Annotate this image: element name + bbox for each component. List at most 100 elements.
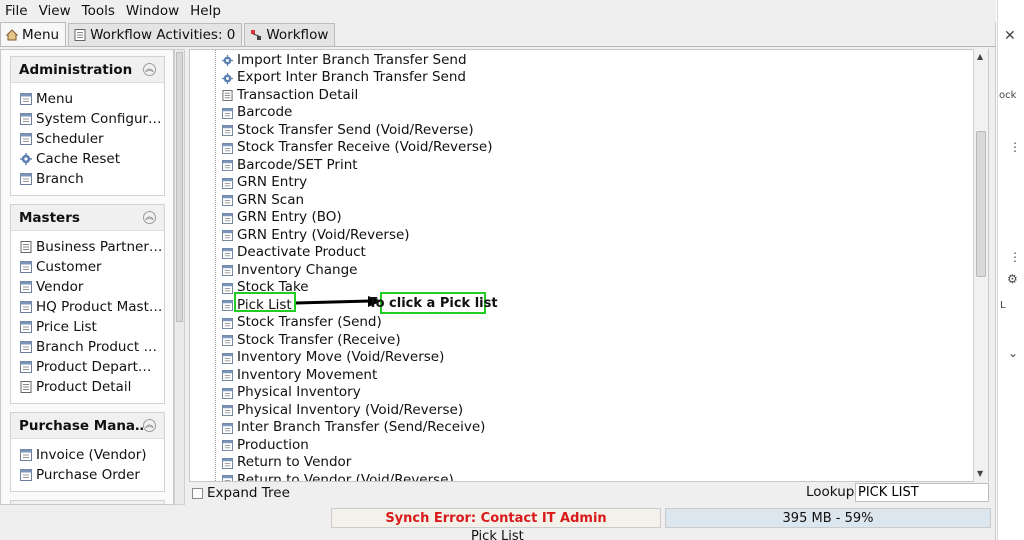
- tree-item[interactable]: Stock Transfer (Receive): [222, 331, 401, 348]
- sidebar-panel-header[interactable]: Sales Managem…︽: [11, 501, 164, 504]
- tree-item[interactable]: Inventory Move (Void/Reverse): [222, 349, 444, 366]
- tree-item[interactable]: Deactivate Product: [222, 244, 366, 261]
- sidebar-item[interactable]: Business Partner…: [20, 237, 164, 257]
- tree-item-label: Inventory Movement: [237, 366, 378, 383]
- sidebar-item[interactable]: Product Depart…: [20, 357, 164, 377]
- sidebar-item[interactable]: Scheduler: [20, 129, 164, 149]
- tree-item[interactable]: Stock Transfer (Send): [222, 314, 382, 331]
- window-icon: [20, 321, 32, 333]
- tree-item[interactable]: GRN Scan: [222, 191, 304, 208]
- tree-item-label: Barcode/SET Print: [237, 156, 358, 173]
- tree-item[interactable]: Physical Inventory: [222, 384, 361, 401]
- tree-item[interactable]: Inventory Movement: [222, 366, 377, 383]
- tree-item-label: Production: [237, 436, 309, 453]
- window-icon: [222, 334, 233, 346]
- tree-item[interactable]: Stock Take: [222, 279, 309, 296]
- sidebar-item-label: Vendor: [36, 279, 84, 295]
- tree-item-label: Stock Take: [237, 279, 309, 295]
- scroll-down-icon[interactable]: ▼: [977, 469, 986, 479]
- tree-item[interactable]: Inventory Change: [222, 261, 357, 278]
- window-icon: [20, 469, 32, 481]
- window-icon: [222, 474, 233, 481]
- sidebar-item-label: Purchase Order: [36, 467, 140, 483]
- tree-item[interactable]: Return to Vendor (Void/Reverse): [222, 471, 454, 481]
- menu-window[interactable]: Window: [121, 0, 185, 22]
- sidebar-item[interactable]: Product Detail: [20, 377, 164, 397]
- sidebar-item[interactable]: Customer: [20, 257, 164, 277]
- sidebar-panel: Sales Managem…︽: [10, 500, 165, 504]
- tab-workflow[interactable]: Workflow Activities: 0: [68, 23, 243, 46]
- gear-icon: [222, 54, 233, 66]
- sidebar-item[interactable]: Branch Product …: [20, 337, 164, 357]
- lookup-input[interactable]: [855, 483, 989, 502]
- tree-item[interactable]: GRN Entry (Void/Reverse): [222, 226, 410, 243]
- tree-item-label: Physical Inventory (Void/Reverse): [237, 401, 464, 418]
- tab-workflow[interactable]: Workflow: [244, 23, 336, 46]
- chevron-down-icon: ⌄: [1008, 346, 1019, 360]
- collapse-icon[interactable]: ︽: [143, 211, 156, 224]
- sidebar-item[interactable]: System Configur…: [20, 109, 164, 129]
- tree-item[interactable]: Barcode/SET Print: [222, 156, 358, 173]
- sidebar-item[interactable]: Invoice (Vendor): [20, 445, 164, 465]
- tab-menu[interactable]: Menu: [0, 22, 67, 46]
- tree-item[interactable]: GRN Entry (BO): [222, 209, 342, 226]
- sidebar-panel-title: Masters: [19, 209, 80, 226]
- tree-item-label: Deactivate Product: [237, 244, 366, 260]
- window-icon: [20, 361, 32, 373]
- sidebar-item[interactable]: Branch: [20, 169, 164, 189]
- window-icon: [20, 341, 32, 353]
- tree-item[interactable]: Physical Inventory (Void/Reverse): [222, 401, 463, 418]
- home-icon: [5, 28, 19, 41]
- window-icon: [222, 247, 233, 259]
- tree-item[interactable]: Import Inter Branch Transfer Send: [222, 51, 467, 68]
- tree-item[interactable]: Pick List: [222, 296, 292, 313]
- window-icon: [222, 194, 233, 206]
- tree-item-label: GRN Entry: [237, 174, 308, 190]
- sidebar-item-label: HQ Product Mast…: [36, 299, 163, 315]
- sidebar-panel-header[interactable]: Administration ︽: [11, 57, 164, 83]
- sidebar-item-label: Cache Reset: [36, 151, 120, 167]
- tree-item[interactable]: GRN Entry: [222, 174, 307, 191]
- tree-item[interactable]: Inter Branch Transfer (Send/Receive): [222, 419, 485, 436]
- tree-item[interactable]: Return to Vendor: [222, 454, 351, 471]
- tree-item[interactable]: Barcode: [222, 104, 292, 121]
- tree-item[interactable]: Export Inter Branch Transfer Send: [222, 69, 466, 86]
- sidebar-panel-header[interactable]: Purchase Mana… ︽: [11, 413, 164, 439]
- tree-item[interactable]: Stock Transfer Send (Void/Reverse): [222, 121, 474, 138]
- sidebar-item-label: Product Depart…: [36, 359, 152, 375]
- tree-item-label: GRN Entry (Void/Reverse): [237, 226, 410, 243]
- sidebar-item-label: Branch: [36, 171, 84, 187]
- sidebar-item[interactable]: HQ Product Mast…: [20, 297, 164, 317]
- sidebar-item[interactable]: Cache Reset: [20, 149, 164, 169]
- sidebar-item[interactable]: Vendor: [20, 277, 164, 297]
- sidebar-item[interactable]: Menu: [20, 89, 164, 109]
- menubar: File View Tools Window Help: [0, 0, 996, 22]
- sidebar-item[interactable]: Purchase Order: [20, 465, 164, 485]
- sidebar-item-label: Price List: [36, 319, 97, 335]
- menu-file[interactable]: File: [0, 0, 34, 22]
- sidebar-panel-header[interactable]: Masters ︽: [11, 205, 164, 231]
- window-icon: [20, 93, 32, 105]
- scroll-up-icon[interactable]: ▲: [977, 52, 986, 62]
- menu-view[interactable]: View: [34, 0, 77, 22]
- window-icon: [222, 264, 233, 276]
- tree-scroll-thumb[interactable]: [976, 131, 986, 277]
- collapse-icon[interactable]: ︽: [143, 63, 156, 76]
- menu-help[interactable]: Help: [185, 0, 227, 22]
- window-icon: [20, 133, 32, 145]
- sidebar-scroll-thumb[interactable]: [176, 52, 183, 322]
- sidebar: Administration ︽ Menu System Configur… Sched…: [0, 49, 174, 505]
- expand-tree-label[interactable]: Expand Tree: [207, 485, 290, 501]
- window-icon: [222, 352, 233, 364]
- tree-item[interactable]: Transaction Detail: [222, 86, 358, 103]
- menu-tools[interactable]: Tools: [77, 0, 121, 22]
- tree-scrollbar[interactable]: ▲ ▼: [973, 49, 988, 482]
- footer-label: Pick List: [471, 529, 524, 540]
- tree-item[interactable]: Production: [222, 436, 309, 453]
- tree-item[interactable]: Stock Transfer Receive (Void/Reverse): [222, 139, 493, 156]
- expand-tree-checkbox[interactable]: [192, 487, 203, 499]
- sidebar-item[interactable]: Price List: [20, 317, 164, 337]
- sidebar-scrollbar[interactable]: [174, 49, 185, 505]
- annotation-label: To click a Pick list: [368, 292, 498, 314]
- collapse-icon[interactable]: ︽: [143, 419, 156, 432]
